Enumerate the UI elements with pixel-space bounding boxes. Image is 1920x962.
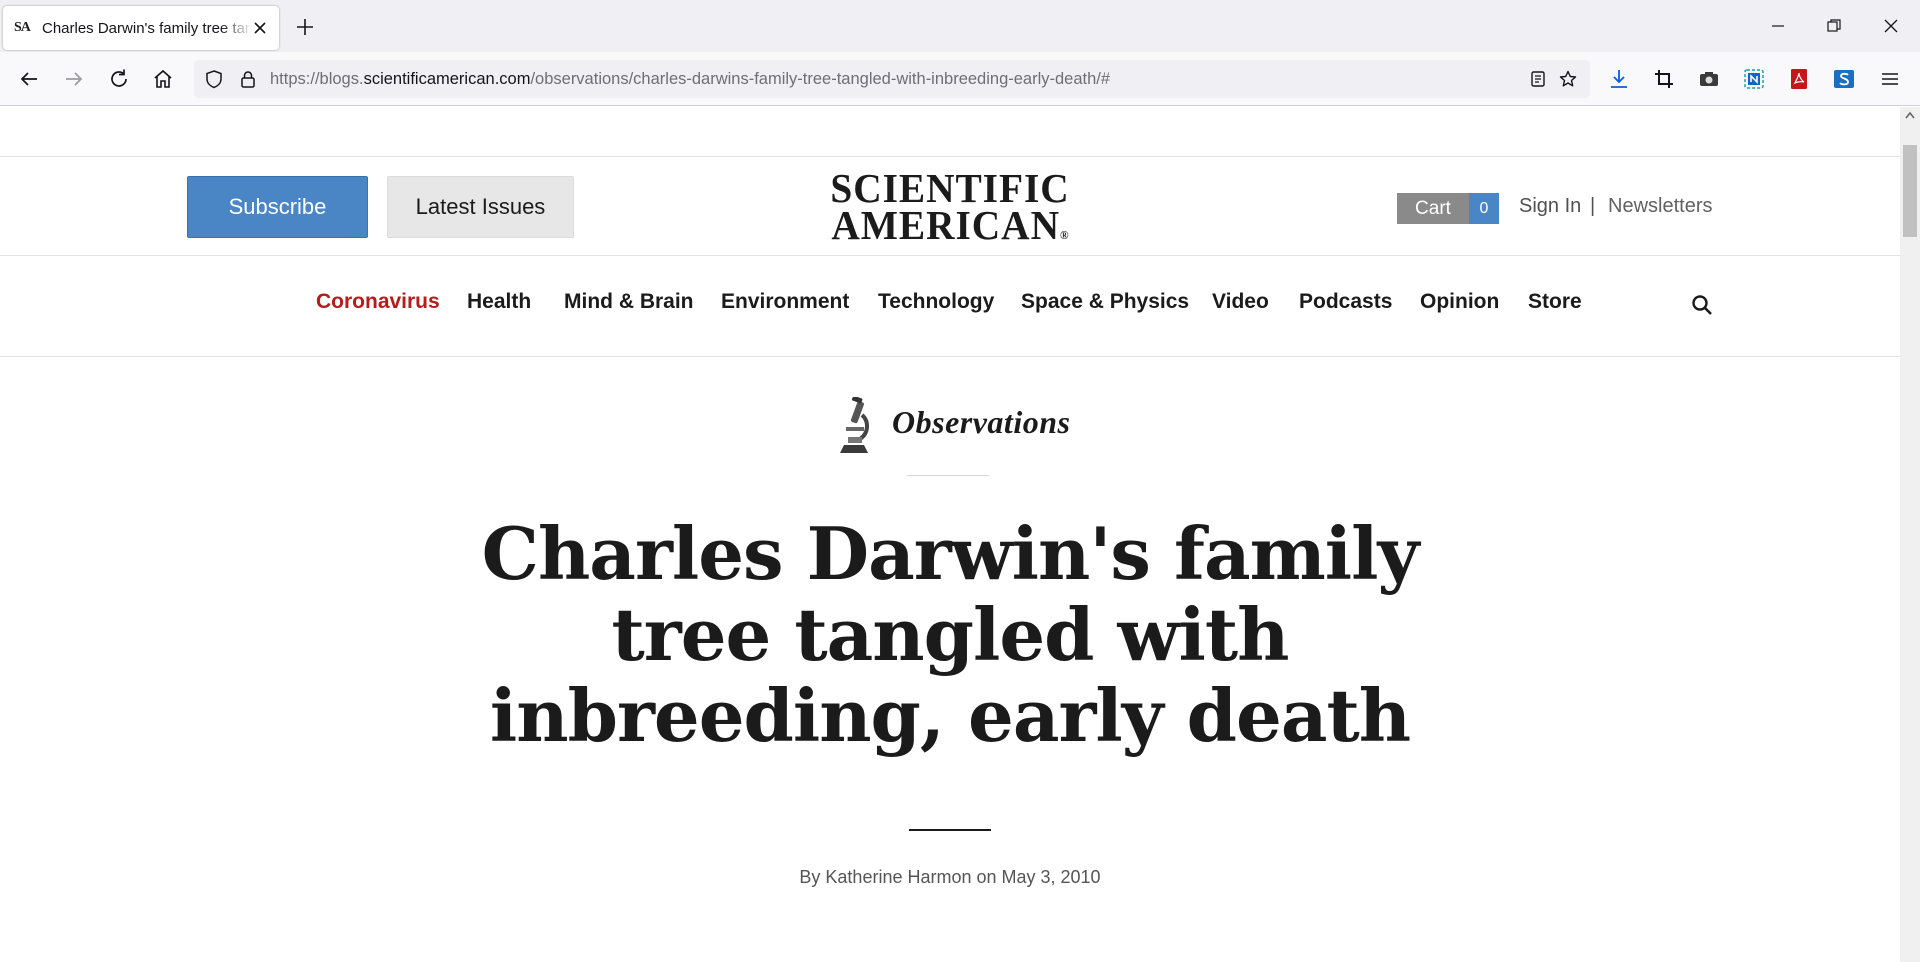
pdf-icon[interactable]: [1787, 67, 1811, 91]
article-title: Charles Darwin's family tree tangled wit…: [481, 511, 1420, 758]
search-icon[interactable]: [1690, 293, 1714, 317]
url-text[interactable]: https://blogs.scientificamerican.com/obs…: [270, 70, 1110, 89]
title-divider: [909, 829, 991, 831]
address-bar[interactable]: https://blogs.scientificamerican.com/obs…: [194, 60, 1590, 98]
site-logo[interactable]: SCIENTIFIC AMERICAN®: [825, 168, 1075, 254]
divider: [907, 475, 989, 476]
nav-item-coronavirus[interactable]: Coronavirus: [316, 290, 440, 314]
bookmark-star-icon[interactable]: [1558, 69, 1578, 89]
article-byline: By Katherine Harmon on May 3, 2010: [799, 867, 1101, 887]
extension-n-icon[interactable]: [1742, 67, 1766, 91]
home-icon[interactable]: [151, 67, 175, 91]
close-icon[interactable]: [251, 19, 269, 37]
microscope-icon: [840, 397, 869, 453]
browser-tab-active[interactable]: SA Charles Darwin's family tree tangled …: [3, 6, 279, 50]
nav-item-store[interactable]: Store: [1528, 290, 1582, 314]
scroll-up-arrow-icon[interactable]: [1905, 111, 1915, 119]
nav-item-health[interactable]: Health: [467, 290, 531, 314]
page-scrollbar[interactable]: [1900, 107, 1920, 962]
shield-icon[interactable]: [204, 69, 224, 89]
new-tab-plus-icon[interactable]: [294, 16, 316, 38]
tab-title: Charles Darwin's family tree tangled wit…: [42, 19, 252, 37]
nav-item-podcasts[interactable]: Podcasts: [1299, 290, 1392, 314]
extension-s-icon[interactable]: [1832, 67, 1856, 91]
divider: [0, 255, 1900, 256]
forward-arrow-icon[interactable]: [62, 67, 86, 91]
browser-toolbar: https://blogs.scientificamerican.com/obs…: [0, 52, 1920, 106]
minimize-icon[interactable]: [1768, 16, 1788, 36]
restore-icon[interactable]: [1824, 16, 1844, 36]
latest-issues-button[interactable]: Latest Issues: [387, 176, 574, 238]
link-separator: |: [1590, 195, 1596, 217]
download-icon[interactable]: [1607, 67, 1631, 91]
close-window-icon[interactable]: [1881, 16, 1901, 36]
cart-button[interactable]: Cart 0: [1397, 193, 1499, 224]
tab-strip: SA Charles Darwin's family tree tangled …: [0, 0, 1920, 52]
nav-item-opinion[interactable]: Opinion: [1420, 290, 1499, 314]
site-favicon: SA: [14, 20, 31, 35]
url-domain: scientificamerican.com: [363, 70, 531, 88]
crop-icon[interactable]: [1652, 67, 1676, 91]
divider: [0, 156, 1900, 157]
cart-label: Cart: [1397, 193, 1469, 224]
reload-icon[interactable]: [107, 67, 131, 91]
nav-item-mind-brain[interactable]: Mind & Brain: [564, 290, 694, 314]
blog-name[interactable]: Observations: [892, 404, 1070, 441]
page-viewport: Subscribe Latest Issues SCIENTIFIC AMERI…: [0, 107, 1900, 962]
newsletters-link[interactable]: Newsletters: [1608, 195, 1712, 218]
nav-item-video[interactable]: Video: [1212, 290, 1269, 314]
menu-icon[interactable]: [1878, 67, 1902, 91]
cart-count-badge: 0: [1469, 193, 1499, 224]
logo-line-2: AMERICAN: [831, 202, 1060, 248]
subscribe-button[interactable]: Subscribe: [187, 176, 368, 238]
url-path: /observations/charles-darwins-family-tre…: [530, 70, 1111, 88]
screenshot-icon[interactable]: [1697, 67, 1721, 91]
nav-item-environment[interactable]: Environment: [721, 290, 849, 314]
scrollbar-thumb[interactable]: [1903, 145, 1917, 237]
url-prefix: https://blogs.: [270, 70, 364, 88]
back-arrow-icon[interactable]: [17, 67, 41, 91]
reader-view-icon[interactable]: [1528, 69, 1548, 89]
lock-icon[interactable]: [238, 69, 258, 89]
divider: [0, 356, 1900, 357]
main-nav: Coronavirus Health Mind & Brain Environm…: [0, 290, 1900, 320]
registered-mark: ®: [1059, 228, 1069, 242]
sign-in-link[interactable]: Sign In: [1519, 195, 1581, 218]
nav-item-space-physics[interactable]: Space & Physics: [1021, 290, 1189, 314]
nav-item-technology[interactable]: Technology: [878, 290, 994, 314]
